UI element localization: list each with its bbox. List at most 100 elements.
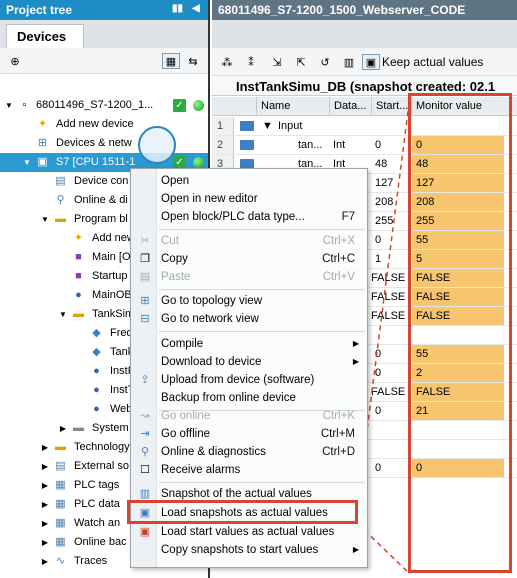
tree-label: MainOB (92, 289, 132, 301)
expand-arrow-icon[interactable]: ▼ (4, 96, 14, 115)
menu-item-go-offline[interactable]: ⇥ Go offline Ctrl+M (131, 425, 367, 443)
collapsed-arrow-icon[interactable]: ▶ (40, 438, 50, 457)
expand-arrow-icon[interactable]: ▼ (22, 153, 32, 172)
collapsed-arrow-icon[interactable]: ▶ (40, 476, 50, 495)
row-monitor-value: 2 (412, 364, 504, 382)
collapsed-arrow-icon[interactable]: ▶ (40, 514, 50, 533)
row-monitor-value: 5 (412, 250, 504, 268)
row-start-value[interactable]: FALSE (371, 307, 405, 325)
row-start-value[interactable]: 48 (375, 155, 387, 173)
reset-icon[interactable]: ↺ (316, 54, 334, 70)
menu-shortcut: Ctrl+C (322, 253, 355, 265)
row-start-value[interactable]: 0 (375, 231, 381, 249)
tree-item-devices-networks[interactable]: ⊞ Devices & netw (0, 134, 208, 153)
row-monitor-value: 208 (412, 193, 504, 211)
menu-item-topology-view[interactable]: ⊞ Go to topology view (131, 292, 367, 310)
project-tree-toolbar: ⊕ ▦ ⇆ (0, 48, 208, 74)
detail-view-icon[interactable]: ▦ (162, 53, 180, 69)
row-start-value[interactable]: 127 (375, 174, 393, 192)
row-start-value[interactable]: FALSE (371, 288, 405, 306)
column-header-datatype[interactable]: Data... (329, 97, 371, 116)
collapse-all-icon[interactable]: ⇱ (292, 54, 310, 70)
menu-shortcut: Ctrl+D (322, 446, 355, 458)
row-start-value[interactable]: FALSE (371, 383, 405, 401)
row-start-value[interactable]: 0 (375, 459, 381, 477)
menu-item-upload[interactable]: ⇪ Upload from device (software) (131, 371, 367, 389)
menu-item-copy-snapshots[interactable]: Copy snapshots to start values ▶ (131, 541, 367, 559)
row-start-value[interactable]: 0 (375, 402, 381, 420)
row-monitor-value: FALSE (412, 288, 504, 306)
menu-item-backup[interactable]: Backup from online device (131, 389, 367, 407)
collapsed-arrow-icon[interactable]: ▶ (40, 495, 50, 514)
new-folder-icon[interactable]: ⊕ (6, 53, 24, 69)
menu-item-load-start-values[interactable]: ▣ Load start values as actual values (131, 523, 367, 541)
column-header-monitor-value[interactable]: Monitor value (411, 97, 504, 116)
tree-item-project[interactable]: ▼ ▫ 68011496_S7-1200_1... ✓ (0, 96, 208, 115)
collapsed-arrow-icon[interactable]: ▶ (40, 533, 50, 552)
tab-devices[interactable]: Devices (6, 24, 84, 48)
menu-item-online-diagnostics[interactable]: ⚲ Online & diagnostics Ctrl+D (131, 443, 367, 461)
db-title: InstTankSimu_DB (snapshot created: 02.1 (212, 76, 517, 96)
menu-item-copy[interactable]: ❐ Copy Ctrl+C (131, 250, 367, 268)
row-name: tan... (298, 139, 323, 151)
menu-label: Paste (161, 271, 191, 283)
menu-item-network-view[interactable]: ⊟ Go to network view (131, 310, 367, 328)
menu-item-go-online[interactable]: ↝ Go online Ctrl+K (131, 407, 367, 425)
overview-icon[interactable]: ⇆ (184, 53, 202, 69)
table-row[interactable]: 2 tan... Int 0 0 (212, 136, 517, 155)
collapse-left-icon[interactable]: ◀ (192, 3, 200, 14)
keep-actual-values-icon[interactable]: ▣ (362, 54, 380, 70)
tree-label: Devices & netw (56, 137, 132, 149)
submenu-arrow-icon: ▶ (352, 339, 359, 348)
backup-icon: ▦ (55, 536, 66, 548)
column-header-name[interactable]: Name (256, 97, 329, 116)
menu-item-paste[interactable]: ▤ Paste Ctrl+V (131, 268, 367, 286)
insert-row-icon[interactable]: ⁂ (218, 54, 236, 70)
row-start-value[interactable]: 255 (375, 212, 393, 230)
menu-label: Open (161, 175, 190, 187)
add-row-icon[interactable]: ⁑ (242, 54, 260, 70)
table-row[interactable]: 1 ▼ Input (212, 117, 517, 136)
row-monitor-value: 55 (412, 231, 504, 249)
collapsed-arrow-icon[interactable]: ▶ (40, 552, 50, 571)
row-start-value[interactable]: 208 (375, 193, 393, 211)
expand-arrow-icon[interactable]: ▼ (40, 210, 50, 229)
menu-item-receive-alarms[interactable]: ☐ Receive alarms (131, 461, 367, 479)
row-monitor-value: 21 (412, 402, 504, 420)
add-block-icon: ✦ (73, 232, 84, 244)
tree-item-add-device[interactable]: ✦ Add new device (0, 115, 208, 134)
paste-icon: ▤ (139, 271, 151, 283)
collapsed-arrow-icon[interactable]: ▶ (58, 419, 68, 438)
db-icon: ● (75, 289, 82, 301)
folder-icon: ▬ (73, 422, 84, 434)
column-header-start-value[interactable]: Start... (371, 97, 411, 116)
row-start-value[interactable]: 0 (375, 345, 381, 363)
expand-arrow-icon[interactable]: ▼ (262, 117, 273, 135)
menu-item-open-block[interactable]: Open block/PLC data type... F7 (131, 208, 367, 226)
tree-label: System (92, 422, 129, 434)
snapshot-icon[interactable]: ▥ (340, 54, 358, 70)
expand-all-icon[interactable]: ⇲ (268, 54, 286, 70)
menu-label: Cut (161, 235, 179, 247)
fb-block-icon: ◆ (92, 327, 101, 339)
menu-item-compile[interactable]: Compile ▶ (131, 335, 367, 353)
menu-separator (159, 482, 365, 483)
tree-label: Online & di (74, 194, 128, 206)
tree-label: PLC data (74, 498, 120, 510)
menu-item-download[interactable]: Download to device ▶ (131, 353, 367, 371)
keep-actual-values-label[interactable]: Keep actual values (382, 55, 483, 69)
ob-block-icon: ■ (75, 270, 82, 282)
menu-item-open-new-editor[interactable]: Open in new editor (131, 190, 367, 208)
menu-item-open[interactable]: Open (131, 172, 367, 190)
menu-shortcut: Ctrl+V (322, 271, 355, 283)
copy-icon: ❐ (140, 253, 150, 265)
row-start-value[interactable]: 1 (375, 250, 381, 268)
menu-item-cut[interactable]: ✂ Cut Ctrl+X (131, 232, 367, 250)
collapsed-arrow-icon[interactable]: ▶ (40, 457, 50, 476)
row-start-value[interactable]: 0 (375, 136, 381, 154)
row-start-value[interactable]: 0 (375, 364, 381, 382)
row-start-value[interactable]: FALSE (371, 269, 405, 287)
pin-icon[interactable]: ▮▮ (172, 3, 183, 14)
menu-label: Copy snapshots to start values (161, 544, 319, 556)
expand-arrow-icon[interactable]: ▼ (58, 305, 68, 324)
